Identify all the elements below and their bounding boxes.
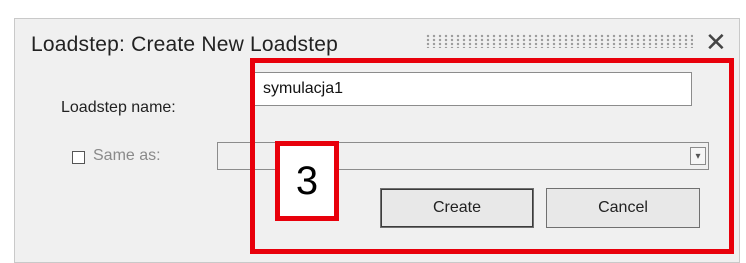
create-button[interactable]: Create — [380, 188, 534, 228]
chevron-down-icon[interactable]: ▾ — [690, 147, 706, 165]
dialog-title: Loadstep: Create New Loadstep — [31, 33, 338, 56]
cancel-button[interactable]: Cancel — [546, 188, 700, 228]
drag-handle[interactable] — [425, 34, 693, 48]
page-background — [14, 0, 738, 18]
same-as-label: Same as: — [93, 147, 161, 164]
annotation-step-badge: 3 — [275, 141, 339, 221]
loadstep-name-input[interactable] — [254, 72, 692, 106]
loadstep-name-label: Loadstep name: — [61, 99, 176, 116]
same-as-checkbox[interactable] — [72, 151, 85, 164]
close-icon[interactable]: ✕ — [705, 27, 727, 58]
